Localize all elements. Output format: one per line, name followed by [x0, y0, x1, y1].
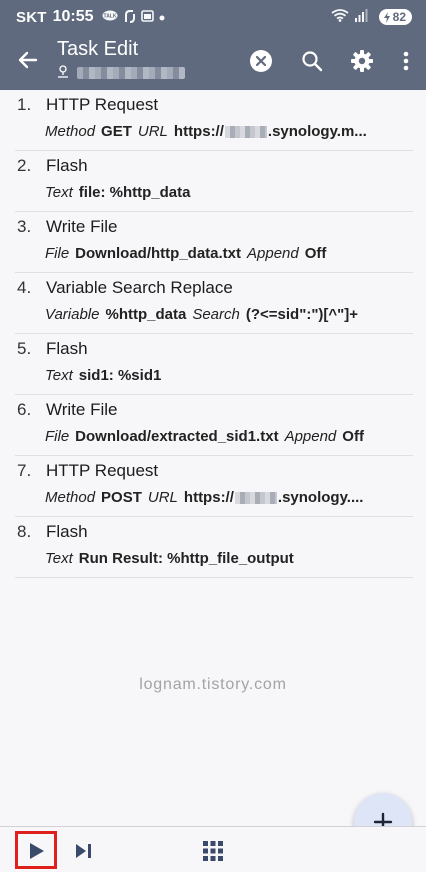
search-icon[interactable] — [299, 48, 325, 74]
param-key: Variable — [45, 306, 100, 323]
action-params: Method GET URL https:// .synology.m... — [45, 123, 373, 140]
bottom-bar — [0, 826, 426, 872]
grid-icon[interactable] — [202, 840, 224, 862]
param-key: Text — [45, 550, 73, 567]
redacted-host — [224, 126, 267, 139]
action-name: Flash — [46, 522, 88, 541]
play-button[interactable] — [15, 831, 57, 869]
param-value: %http_data — [105, 306, 187, 323]
app-bar: Task Edit — [0, 34, 426, 90]
param-value: sid1: %sid1 — [78, 367, 162, 384]
action-item[interactable]: 7. HTTP Request Method POST URL https:// .syno… — [15, 456, 413, 517]
clock: 10:55 — [52, 8, 94, 25]
action-item[interactable]: 3. Write File File Download/http_data.txt Ap… — [15, 212, 413, 273]
action-item[interactable]: 5. Flash Text sid1: %sid1 — [15, 334, 413, 395]
svg-text:TALK: TALK — [103, 13, 116, 19]
dot-icon — [159, 10, 165, 24]
action-number: 2. — [17, 156, 32, 175]
action-name: HTTP Request — [46, 95, 159, 114]
action-number: 7. — [17, 461, 32, 480]
battery-level: 82 — [392, 10, 406, 24]
wifi-icon — [331, 9, 349, 25]
carrier-label: SKT — [16, 8, 47, 26]
param-key: URL — [137, 123, 168, 140]
action-item[interactable]: 8. Flash Text Run Result: %http_file_output — [15, 517, 413, 578]
param-value: Download/extracted_sid1.txt — [75, 428, 279, 445]
param-value-suffix: .synology.m... — [267, 123, 367, 140]
action-number: 6. — [17, 400, 32, 419]
param-value-prefix: https:// — [183, 489, 234, 506]
action-name: HTTP Request — [46, 461, 159, 480]
param-key: Append — [284, 428, 337, 445]
action-number: 5. — [17, 339, 32, 358]
battery-icon: 82 — [378, 9, 412, 25]
action-params: File Download/extracted_sid1.txt Append Off — [45, 428, 370, 445]
link-icon — [123, 9, 136, 26]
action-list: 1. HTTP Request Method GET URL https:// .synol… — [0, 90, 426, 578]
page-title: Task Edit — [57, 38, 139, 60]
back-arrow-icon[interactable] — [14, 46, 42, 74]
action-number: 1. — [17, 95, 32, 114]
gear-icon[interactable] — [349, 48, 375, 74]
action-item[interactable]: 6. Write File File Download/extracted_sid1.… — [15, 395, 413, 456]
param-key: File — [45, 428, 70, 445]
action-number: 3. — [17, 217, 32, 236]
more-vert-icon[interactable] — [396, 48, 416, 74]
calendar-icon — [140, 9, 154, 25]
action-number: 4. — [17, 278, 32, 297]
redacted-host — [234, 492, 277, 505]
param-value: Download/http_data.txt — [75, 245, 241, 262]
param-value: Off — [342, 428, 364, 445]
action-item[interactable]: 4. Variable Search Replace Variable %http_d… — [15, 273, 413, 334]
action-item[interactable]: 1. HTTP Request Method GET URL https:// .synol… — [15, 90, 413, 151]
action-params: Text file: %http_data — [45, 184, 196, 201]
action-name: Write File — [46, 400, 118, 419]
play-icon — [30, 843, 44, 859]
action-name: Flash — [46, 339, 88, 358]
action-params: Text Run Result: %http_file_output — [45, 550, 300, 567]
close-icon[interactable] — [248, 48, 274, 74]
watermark: lognam.tistory.com — [139, 676, 287, 693]
action-name: Write File — [46, 217, 118, 236]
param-key: Method — [45, 123, 96, 140]
param-value: https:// .synology.... — [184, 489, 364, 506]
action-number: 8. — [17, 522, 32, 541]
param-key: Search — [192, 306, 240, 323]
signal-icon — [354, 9, 368, 25]
action-params: Method POST URL https:// .synology.... — [45, 489, 369, 506]
action-name: Flash — [46, 156, 88, 175]
person-icon — [57, 65, 69, 81]
task-subtitle — [57, 65, 185, 81]
param-value-suffix: .synology.... — [277, 489, 364, 506]
action-name: Variable Search Replace — [46, 278, 233, 297]
param-value: https:// .synology.m... — [174, 123, 367, 140]
param-key: Append — [247, 245, 299, 262]
talk-icon: TALK — [102, 10, 118, 25]
param-value: file: %http_data — [78, 184, 191, 201]
param-key: File — [45, 245, 70, 262]
param-key: Text — [45, 184, 73, 201]
action-params: Variable %http_data Search (?<=sid":")[^"]+ — [45, 306, 364, 323]
param-key: Text — [45, 367, 73, 384]
param-value: Run Result: %http_file_output — [78, 550, 294, 567]
step-icon[interactable] — [74, 842, 94, 860]
status-bar: SKT 10:55 TALK 82 — [0, 0, 426, 34]
param-value: POST — [101, 489, 142, 506]
param-value: GET — [101, 123, 132, 140]
action-params: File Download/http_data.txt Append Off — [45, 245, 332, 262]
param-key: URL — [147, 489, 178, 506]
param-value-prefix: https:// — [173, 123, 224, 140]
param-key: Method — [45, 489, 96, 506]
action-params: Text sid1: %sid1 — [45, 367, 167, 384]
redacted-task-name — [77, 67, 185, 79]
action-item[interactable]: 2. Flash Text file: %http_data — [15, 151, 413, 212]
param-value: (?<=sid":")[^"]+ — [245, 306, 359, 323]
param-value: Off — [304, 245, 327, 262]
